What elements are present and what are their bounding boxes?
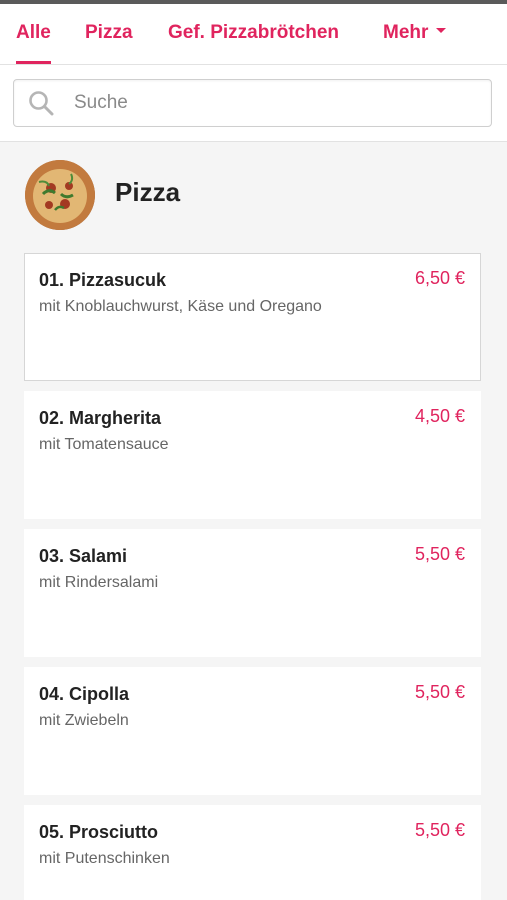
- tab-pizza[interactable]: Pizza: [85, 4, 133, 64]
- menu-item-card[interactable]: 05. Prosciutto mit Putenschinken 5,50 €: [24, 805, 481, 900]
- menu-item-card[interactable]: 02. Margherita mit Tomatensauce 4,50 €: [24, 391, 481, 519]
- category-image: [25, 160, 95, 230]
- menu-item-name: 04. Cipolla: [39, 684, 130, 704]
- tab-mehr[interactable]: Mehr: [383, 4, 447, 64]
- search-input[interactable]: [72, 80, 476, 126]
- menu-item-price: 5,50 €: [414, 682, 465, 702]
- menu-item-description: mit Zwiebeln: [39, 712, 129, 729]
- tab-gef-pizzabroetchen[interactable]: Gef. Pizzabrötchen: [168, 4, 339, 64]
- menu-item-name: 05. Prosciutto: [39, 822, 159, 842]
- tab-mehr-label: Mehr: [383, 22, 429, 43]
- menu-item-card[interactable]: 01. Pizzasucuk mit Knoblauchwurst, Käse …: [24, 253, 481, 381]
- menu-item-price: 5,50 €: [414, 820, 465, 840]
- category-title: Pizza: [115, 177, 181, 207]
- category-tabs: Alle Pizza Gef. Pizzabrötchen Mehr: [0, 4, 507, 65]
- menu-item-description: mit Tomatensauce: [39, 436, 169, 453]
- menu-item-description: mit Rindersalami: [39, 574, 159, 591]
- search-icon: [29, 91, 54, 116]
- search-bar: [0, 65, 507, 142]
- caret-down-icon: [436, 28, 447, 34]
- menu-item-card[interactable]: 03. Salami mit Rindersalami 5,50 €: [24, 529, 481, 657]
- menu-item-price: 6,50 €: [414, 268, 465, 288]
- pizza-photo-icon: [25, 160, 95, 230]
- search-box[interactable]: [13, 79, 492, 127]
- menu-item-name: 01. Pizzasucuk: [39, 270, 167, 290]
- category-header: Pizza: [25, 160, 485, 230]
- menu-item-price: 5,50 €: [414, 544, 465, 564]
- tab-alle[interactable]: Alle: [16, 4, 51, 64]
- menu-item-description: mit Knoblauchwurst, Käse und Oregano: [39, 298, 322, 315]
- menu-item-description: mit Putenschinken: [39, 850, 170, 867]
- menu-item-name: 02. Margherita: [39, 408, 162, 428]
- menu-item-name: 03. Salami: [39, 546, 128, 566]
- menu-item-price: 4,50 €: [414, 406, 465, 426]
- menu-item-card[interactable]: 04. Cipolla mit Zwiebeln 5,50 €: [24, 667, 481, 795]
